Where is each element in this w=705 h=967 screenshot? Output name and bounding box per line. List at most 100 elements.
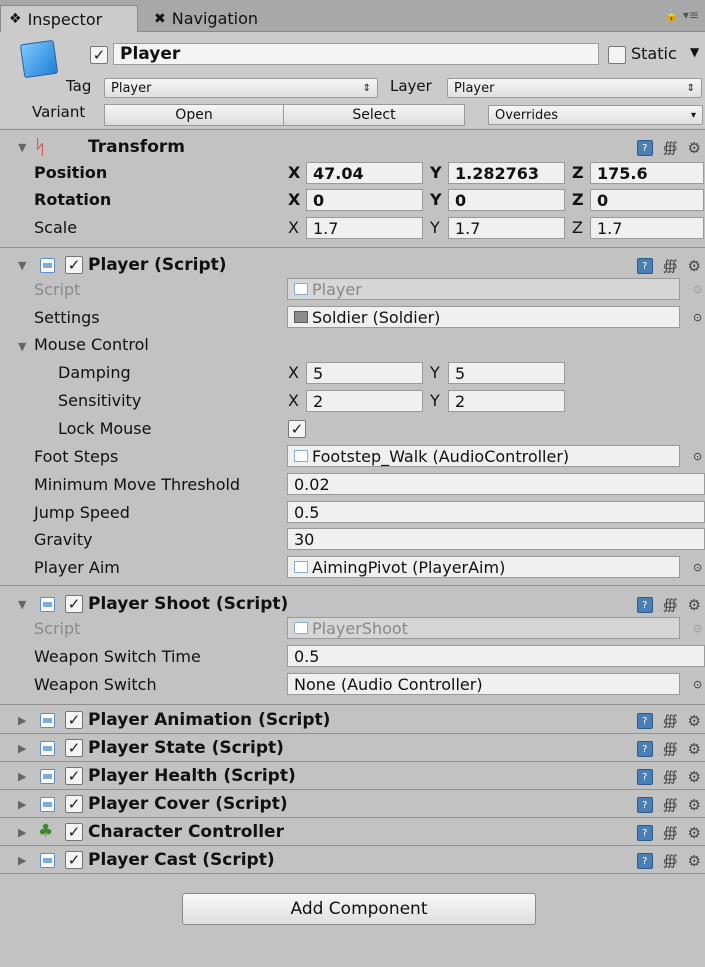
help-icon[interactable]: ? bbox=[636, 797, 653, 813]
settings-field[interactable]: Soldier (Soldier) bbox=[287, 306, 680, 328]
expand-icon[interactable]: ▶ bbox=[18, 854, 26, 867]
mouse-control-label[interactable]: Mouse Control bbox=[34, 335, 149, 354]
scale-y-field[interactable]: 1.7 bbox=[448, 217, 565, 239]
collapsed-component-row[interactable]: ▶ ✓ Player Cast (Script)? ∰ ⚙ bbox=[0, 846, 705, 874]
preset-icon[interactable]: ∰ bbox=[663, 769, 678, 785]
script-icon bbox=[40, 797, 55, 812]
help-icon[interactable]: ? bbox=[636, 258, 653, 274]
position-z-field[interactable]: 175.6 bbox=[590, 162, 704, 184]
weapon-switch-time-field[interactable]: 0.5 bbox=[287, 645, 705, 667]
help-icon[interactable]: ? bbox=[636, 597, 653, 613]
collapsed-component-row[interactable]: ▶ ✓ Player Animation (Script)? ∰ ⚙ bbox=[0, 706, 705, 734]
transform-fold-icon[interactable]: ▼ bbox=[18, 141, 26, 154]
select-button[interactable]: Select bbox=[283, 104, 465, 126]
object-picker-icon[interactable]: ⊙ bbox=[693, 561, 702, 574]
rotation-y-axis-label: Y bbox=[430, 190, 442, 209]
preset-icon[interactable]: ∰ bbox=[663, 597, 678, 613]
component-enabled-checkbox[interactable]: ✓ bbox=[65, 823, 83, 841]
help-icon[interactable]: ? bbox=[636, 825, 653, 841]
layer-dropdown[interactable]: Player ⇕ bbox=[447, 78, 702, 98]
help-icon[interactable]: ? bbox=[636, 769, 653, 785]
open-button[interactable]: Open bbox=[104, 104, 284, 126]
position-x-field[interactable]: 47.04 bbox=[306, 162, 423, 184]
gear-icon[interactable]: ⚙ bbox=[688, 712, 701, 730]
rotation-y-field[interactable]: 0 bbox=[448, 189, 565, 211]
gear-icon[interactable]: ⚙ bbox=[688, 596, 701, 614]
static-dropdown-icon[interactable]: ▼ bbox=[690, 45, 699, 59]
preset-icon[interactable]: ∰ bbox=[663, 140, 678, 156]
gear-icon[interactable]: ⚙ bbox=[688, 852, 701, 870]
object-picker-icon[interactable]: ⊙ bbox=[693, 678, 702, 691]
collapsed-component-row[interactable]: ▶ ✓ Player Health (Script)? ∰ ⚙ bbox=[0, 762, 705, 790]
damping-x-field[interactable]: 5 bbox=[306, 362, 423, 384]
gear-icon[interactable]: ⚙ bbox=[688, 796, 701, 814]
player-script-fold-icon[interactable]: ▼ bbox=[18, 259, 26, 272]
script-icon bbox=[40, 769, 55, 784]
preset-icon[interactable]: ∰ bbox=[663, 853, 678, 869]
weapon-switch-field[interactable]: None (Audio Controller) bbox=[287, 673, 680, 695]
tab-inspector[interactable]: ❖ Inspector bbox=[0, 5, 138, 32]
lock-mouse-checkbox[interactable]: ✓ bbox=[288, 420, 306, 438]
collapsed-component-row[interactable]: ▶ ♣ ✓ Character Controller? ∰ ⚙ bbox=[0, 818, 705, 846]
player-aim-field[interactable]: AimingPivot (PlayerAim) bbox=[287, 556, 680, 578]
gear-icon[interactable]: ⚙ bbox=[688, 768, 701, 786]
jump-speed-field[interactable]: 0.5 bbox=[287, 501, 705, 523]
scale-x-field[interactable]: 1.7 bbox=[306, 217, 423, 239]
foot-steps-field[interactable]: Footstep_Walk (AudioController) bbox=[287, 445, 680, 467]
tab-navigation[interactable]: ✖ Navigation bbox=[146, 5, 266, 32]
tag-dropdown[interactable]: Player ⇕ bbox=[104, 78, 378, 98]
player-shoot-fold-icon[interactable]: ▼ bbox=[18, 598, 26, 611]
help-icon[interactable]: ? bbox=[636, 713, 653, 729]
rotation-label: Rotation bbox=[34, 190, 112, 209]
preset-icon[interactable]: ∰ bbox=[663, 258, 678, 274]
component-enabled-checkbox[interactable]: ✓ bbox=[65, 795, 83, 813]
player-shoot-enabled-checkbox[interactable]: ✓ bbox=[65, 595, 83, 613]
scale-z-field[interactable]: 1.7 bbox=[590, 217, 704, 239]
gear-icon[interactable]: ⚙ bbox=[688, 257, 701, 275]
position-y-field[interactable]: 1.282763 bbox=[448, 162, 565, 184]
lock-icon[interactable]: 🔒 ▾≡ bbox=[664, 8, 699, 22]
help-icon[interactable]: ? bbox=[636, 140, 653, 156]
expand-icon[interactable]: ▶ bbox=[18, 798, 26, 811]
expand-icon[interactable]: ▶ bbox=[18, 770, 26, 783]
help-icon[interactable]: ? bbox=[636, 741, 653, 757]
mouse-control-fold-icon[interactable]: ▼ bbox=[18, 340, 26, 353]
gameobject-active-checkbox[interactable]: ✓ bbox=[90, 46, 108, 64]
preset-icon[interactable]: ∰ bbox=[663, 825, 678, 841]
collapsed-component-row[interactable]: ▶ ✓ Player State (Script)? ∰ ⚙ bbox=[0, 734, 705, 762]
rotation-z-field[interactable]: 0 bbox=[590, 189, 704, 211]
add-component-button[interactable]: Add Component bbox=[182, 893, 536, 925]
component-enabled-checkbox[interactable]: ✓ bbox=[65, 739, 83, 757]
sensitivity-y-field[interactable]: 2 bbox=[448, 390, 565, 412]
preset-icon[interactable]: ∰ bbox=[663, 741, 678, 757]
expand-icon[interactable]: ▶ bbox=[18, 714, 26, 727]
settings-label: Settings bbox=[34, 308, 100, 327]
collapsed-component-row[interactable]: ▶ ✓ Player Cover (Script)? ∰ ⚙ bbox=[0, 790, 705, 818]
static-checkbox[interactable] bbox=[608, 46, 626, 64]
damping-y-field[interactable]: 5 bbox=[448, 362, 565, 384]
min-move-threshold-field[interactable]: 0.02 bbox=[287, 473, 705, 495]
object-picker-icon[interactable]: ⊙ bbox=[693, 311, 702, 324]
component-enabled-checkbox[interactable]: ✓ bbox=[65, 767, 83, 785]
gameobject-name-field[interactable]: Player bbox=[113, 43, 599, 65]
player-script-enabled-checkbox[interactable]: ✓ bbox=[65, 256, 83, 274]
expand-icon[interactable]: ▶ bbox=[18, 742, 26, 755]
variant-label: Variant bbox=[32, 103, 86, 121]
expand-icon[interactable]: ▶ bbox=[18, 826, 26, 839]
position-z-axis-label: Z bbox=[572, 163, 584, 182]
sensitivity-x-field[interactable]: 2 bbox=[306, 390, 423, 412]
gravity-field[interactable]: 30 bbox=[287, 528, 705, 550]
gear-icon[interactable]: ⚙ bbox=[688, 824, 701, 842]
preset-icon[interactable]: ∰ bbox=[663, 797, 678, 813]
gear-icon[interactable]: ⚙ bbox=[688, 740, 701, 758]
object-picker-icon[interactable]: ⊙ bbox=[693, 450, 702, 463]
overrides-dropdown[interactable]: Overrides ▾ bbox=[488, 105, 703, 125]
gear-icon[interactable]: ⚙ bbox=[688, 139, 701, 157]
component-title: Player Cast (Script) bbox=[88, 850, 275, 870]
component-enabled-checkbox[interactable]: ✓ bbox=[65, 851, 83, 869]
preset-icon[interactable]: ∰ bbox=[663, 713, 678, 729]
help-icon[interactable]: ? bbox=[636, 853, 653, 869]
component-enabled-checkbox[interactable]: ✓ bbox=[65, 711, 83, 729]
rotation-x-field[interactable]: 0 bbox=[306, 189, 423, 211]
player-shoot-header-icons: ? ∰ ⚙ bbox=[636, 596, 701, 614]
